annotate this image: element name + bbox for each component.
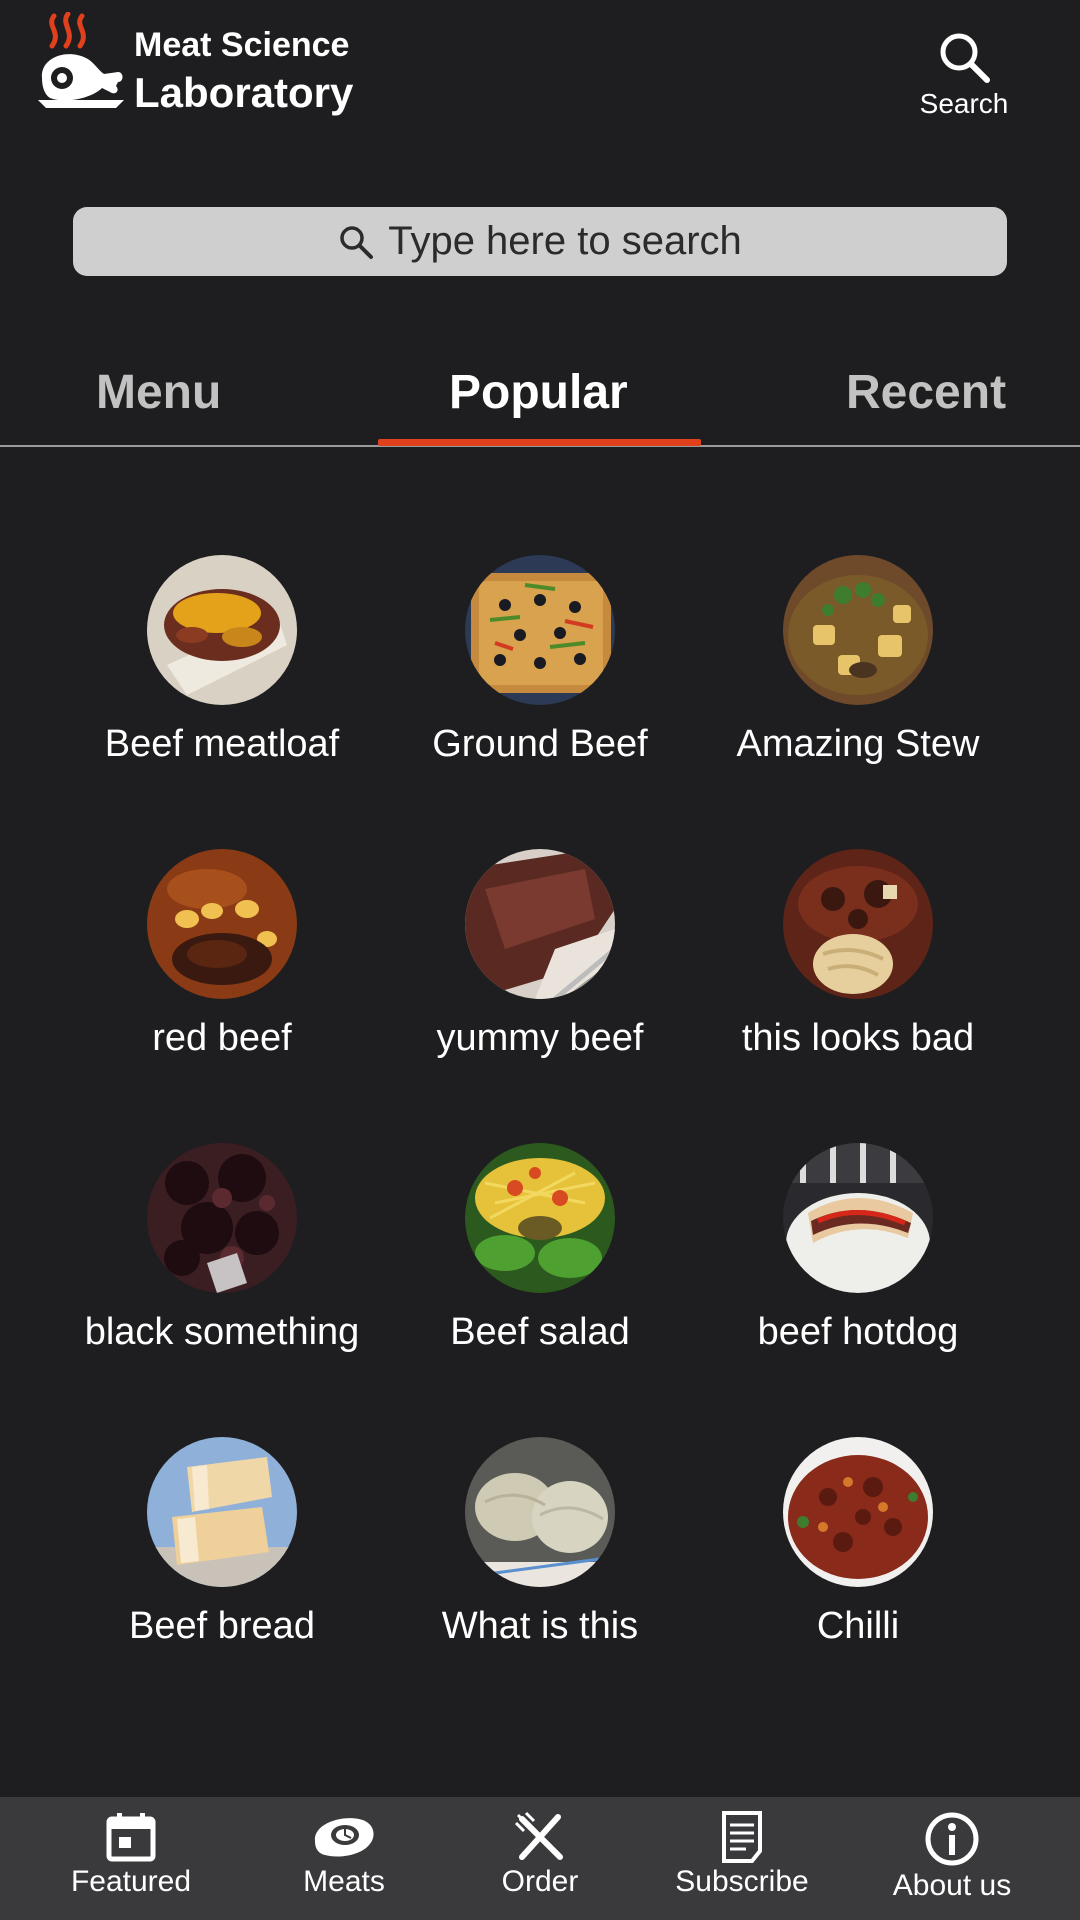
list-item[interactable]: Beef bread — [52, 1437, 392, 1648]
list-item[interactable]: black something — [52, 1143, 392, 1354]
nav-label: Featured — [70, 1865, 192, 1898]
fork-knife-icon — [514, 1811, 563, 1860]
item-name: yummy beef — [436, 1017, 644, 1059]
nav-label: Meats — [303, 1865, 385, 1898]
nav-subscribe[interactable]: Subscribe — [647, 1811, 837, 1899]
sliced-steak-photo — [465, 849, 615, 999]
app-header: Meat Science Laboratory Search — [0, 0, 1080, 150]
brand-name: Meat Science Laboratory — [134, 28, 353, 114]
nav-featured[interactable]: Featured — [36, 1811, 226, 1899]
item-name: Beef bread — [129, 1605, 315, 1647]
search-icon — [338, 224, 374, 260]
nav-meats[interactable]: Meats — [249, 1811, 439, 1899]
brand-line-2: Laboratory — [134, 69, 354, 116]
list-item[interactable]: Chilli — [688, 1437, 1028, 1648]
tab-popular[interactable]: Popular — [449, 365, 628, 420]
category-tabs: Menu Popular Recent — [0, 355, 1080, 447]
active-tab-indicator — [378, 439, 701, 446]
item-name: Amazing Stew — [736, 723, 980, 765]
item-name: Ground Beef — [432, 723, 648, 765]
item-name: this looks bad — [741, 1017, 975, 1059]
steaming-meat-logo-icon[interactable] — [36, 11, 126, 116]
list-item[interactable]: this looks bad — [688, 849, 1028, 1060]
tab-menu[interactable]: Menu — [96, 365, 221, 420]
item-name: red beef — [152, 1017, 292, 1059]
pastry-rolls-photo — [147, 1437, 297, 1587]
meatloaf-photo — [147, 555, 297, 705]
cabbage-rolls-photo — [465, 1437, 615, 1587]
list-item[interactable]: Beef meatloaf — [52, 555, 392, 766]
beef-pasta-photo — [783, 849, 933, 999]
search-icon — [940, 33, 990, 83]
search-input[interactable]: Type here to search — [73, 207, 1007, 276]
nav-label: Subscribe — [675, 1865, 809, 1898]
bottom-navigation: Featured Meats Order Subscribe About us — [0, 1797, 1080, 1920]
search-placeholder: Type here to search — [388, 219, 742, 263]
list-item[interactable]: Amazing Stew — [688, 555, 1028, 766]
document-icon — [722, 1811, 762, 1863]
item-name: beef hotdog — [757, 1311, 959, 1353]
item-name: Chilli — [816, 1605, 900, 1647]
list-item[interactable]: What is this — [370, 1437, 710, 1648]
nav-label: Order — [501, 1865, 579, 1898]
list-item[interactable]: Beef salad — [370, 1143, 710, 1354]
nav-order[interactable]: Order — [445, 1811, 635, 1899]
brand-line-1: Meat Science — [134, 26, 350, 64]
tab-recent[interactable]: Recent — [846, 365, 1006, 420]
roasted-beef-photo — [147, 849, 297, 999]
salad-photo — [465, 1143, 615, 1293]
item-name: Beef salad — [450, 1311, 630, 1353]
pizza-photo — [465, 555, 615, 705]
dark-meat-photo — [147, 1143, 297, 1293]
search-button-label: Search — [919, 88, 1009, 119]
info-icon — [925, 1812, 979, 1866]
list-item[interactable]: beef hotdog — [688, 1143, 1028, 1354]
hotdog-photo — [783, 1143, 933, 1293]
list-item[interactable]: red beef — [52, 849, 392, 1060]
item-name: What is this — [441, 1605, 639, 1647]
steak-icon — [314, 1818, 374, 1857]
item-name: black something — [84, 1311, 360, 1353]
item-name: Beef meatloaf — [104, 723, 340, 765]
list-item[interactable]: yummy beef — [370, 849, 710, 1060]
chili-bowl-photo — [783, 1437, 933, 1587]
calendar-icon — [106, 1813, 156, 1862]
list-item[interactable]: Ground Beef — [370, 555, 710, 766]
stew-photo — [783, 555, 933, 705]
header-search-button[interactable]: Search — [904, 30, 1024, 130]
nav-label: About us — [892, 1869, 1012, 1902]
nav-about-us[interactable]: About us — [857, 1811, 1047, 1903]
